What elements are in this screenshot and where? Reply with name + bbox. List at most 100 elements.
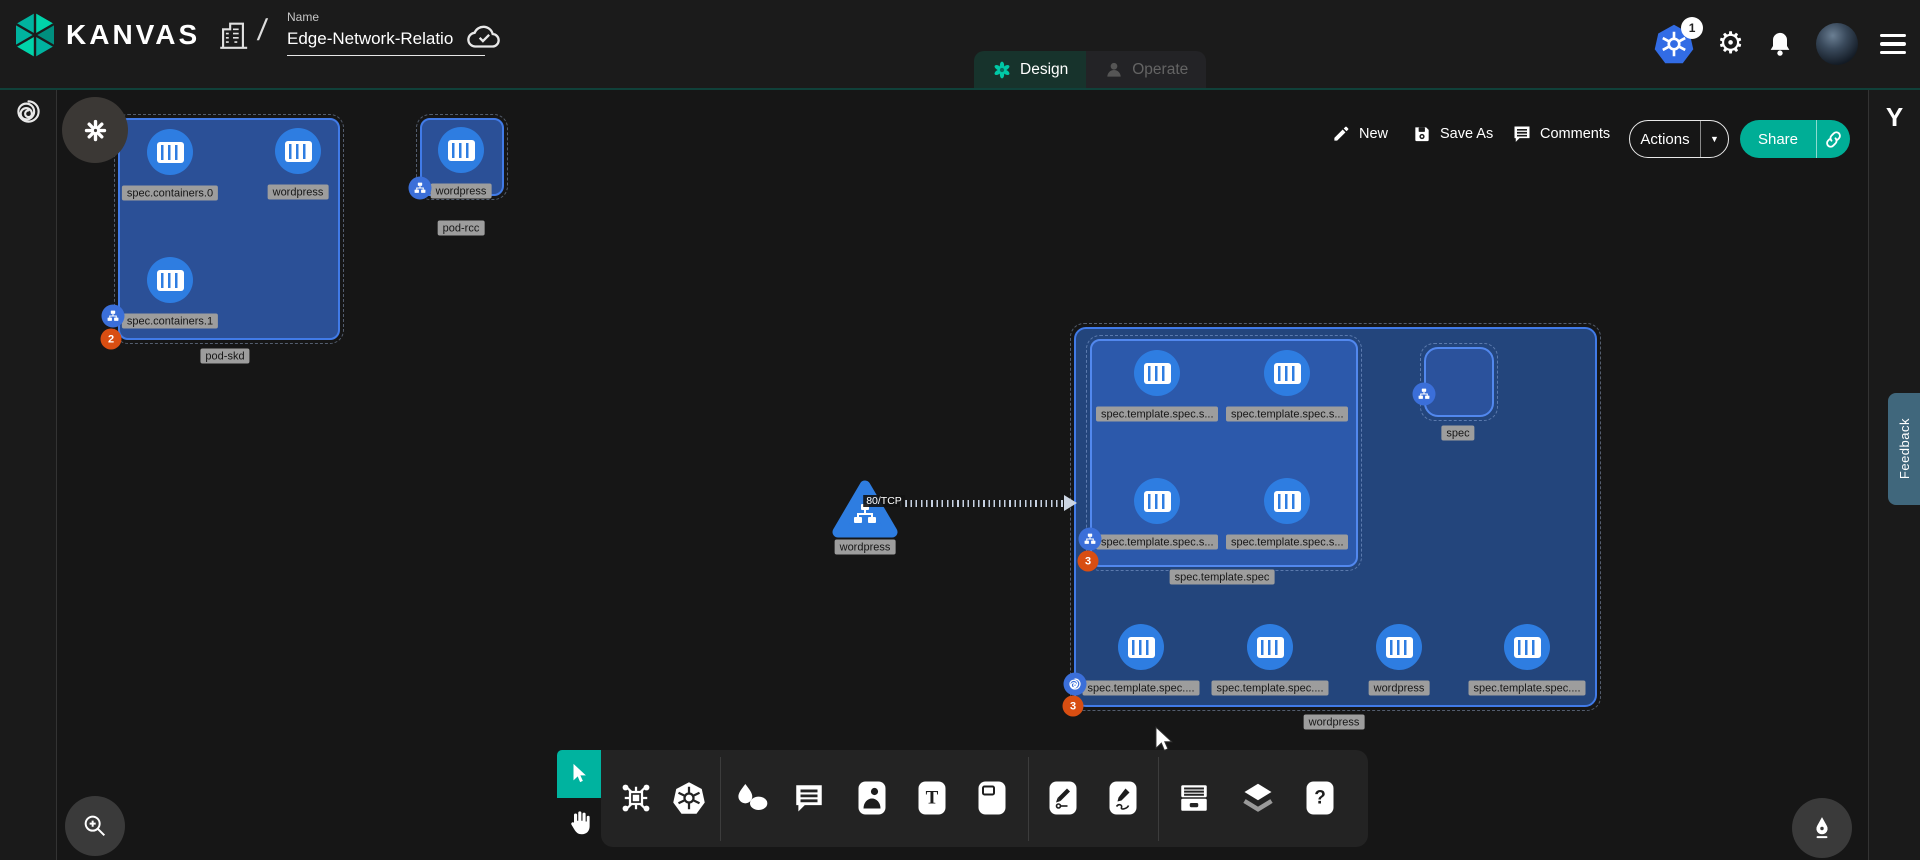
- group-label: pod-skd: [200, 349, 249, 364]
- hand-tool[interactable]: [565, 808, 595, 838]
- tab-operate-label: Operate: [1132, 61, 1188, 79]
- kanvas-logo-icon: [14, 12, 56, 58]
- actions-dropdown-arrow[interactable]: ▼: [1700, 121, 1728, 157]
- container-node[interactable]: [1118, 624, 1164, 670]
- save-icon: [1412, 124, 1432, 144]
- copy-link-button[interactable]: [1816, 120, 1850, 158]
- kubernetes-helm-icon: [671, 780, 707, 816]
- node-label: spec.template.spec....: [1083, 681, 1200, 696]
- actions-button[interactable]: Actions: [1630, 121, 1700, 157]
- container-node[interactable]: [1376, 624, 1422, 670]
- group-label: wordpress: [1304, 715, 1365, 730]
- kubernetes-tool[interactable]: [671, 780, 707, 816]
- save-as-button[interactable]: Save As: [1412, 124, 1493, 144]
- freehand-tool[interactable]: [1110, 782, 1137, 815]
- share-button[interactable]: Share: [1740, 120, 1816, 158]
- container-node[interactable]: [1134, 478, 1180, 524]
- help-tool[interactable]: ?: [1307, 782, 1334, 815]
- comments-button[interactable]: Comments: [1512, 124, 1610, 144]
- container-node[interactable]: [1247, 624, 1293, 670]
- container-node[interactable]: [438, 127, 484, 173]
- new-button[interactable]: New: [1332, 124, 1388, 143]
- edge-style-tool[interactable]: [1050, 782, 1077, 815]
- node-label: spec.containers.1: [122, 314, 218, 329]
- layer5-y-logo[interactable]: Y: [1886, 102, 1903, 133]
- help-icon: ?: [1307, 782, 1334, 815]
- menu-hamburger-icon[interactable]: [1880, 34, 1906, 55]
- node-label: spec.template.spec....: [1212, 681, 1329, 696]
- count-badge[interactable]: 2: [101, 329, 122, 350]
- container-icon: [1274, 363, 1301, 384]
- container-node[interactable]: [1264, 478, 1310, 524]
- mouse-cursor: [1150, 726, 1176, 754]
- tab-operate[interactable]: Operate: [1086, 51, 1206, 88]
- tab-design[interactable]: Design: [974, 51, 1086, 88]
- settings-gear-icon[interactable]: ⚙: [1717, 29, 1744, 59]
- container-icon: [1144, 363, 1171, 384]
- asterisk-icon: [82, 117, 109, 144]
- ink-pen-button[interactable]: [1792, 798, 1852, 858]
- network-badge[interactable]: [1079, 528, 1102, 551]
- container-node[interactable]: [147, 129, 193, 175]
- logo-text: KANVAS: [66, 19, 200, 51]
- container-node[interactable]: [147, 257, 193, 303]
- component-tool[interactable]: [618, 780, 654, 816]
- mode-tabs: Design Operate: [974, 51, 1206, 88]
- container-node[interactable]: [1264, 350, 1310, 396]
- drawer-icon: [1177, 781, 1211, 815]
- meshery-spiral-icon[interactable]: [15, 98, 42, 125]
- left-sidebar-strip: [0, 90, 57, 860]
- organization-icon[interactable]: [216, 18, 250, 52]
- network-badge[interactable]: [1413, 383, 1436, 406]
- layers-tool[interactable]: [1240, 780, 1276, 816]
- note-tool[interactable]: [979, 782, 1006, 815]
- group-pod-template[interactable]: [1090, 339, 1358, 567]
- container-icon: [1144, 491, 1171, 512]
- operate-person-icon: [1104, 60, 1124, 80]
- container-icon: [1386, 637, 1413, 658]
- media-tool[interactable]: [859, 782, 886, 815]
- container-icon: [157, 270, 184, 291]
- drawer-tool[interactable]: [1177, 781, 1211, 815]
- count-badge[interactable]: 3: [1063, 696, 1084, 717]
- feedback-tab[interactable]: Feedback: [1888, 393, 1920, 505]
- node-label: spec.template.spec.s...: [1226, 407, 1348, 422]
- cursor-tool[interactable]: [557, 750, 601, 798]
- node-label: spec: [1441, 426, 1474, 441]
- network-badge[interactable]: [409, 177, 432, 200]
- notifications-bell-icon[interactable]: [1766, 29, 1794, 59]
- count-badge[interactable]: 3: [1078, 551, 1099, 572]
- user-avatar[interactable]: [1816, 23, 1858, 65]
- header-divider: [0, 88, 1920, 90]
- container-icon: [1514, 637, 1541, 658]
- dock-divider: [1158, 757, 1159, 841]
- cursor-icon: [569, 763, 589, 785]
- comments-label: Comments: [1540, 126, 1610, 142]
- hand-icon: [565, 808, 595, 838]
- design-name-input[interactable]: Edge-Network-Relatio: [287, 29, 485, 56]
- dock-toggle-button[interactable]: [62, 97, 128, 163]
- sitemap-icon: [1084, 533, 1097, 546]
- feedback-label: Feedback: [1897, 418, 1912, 479]
- zoom-button[interactable]: [65, 796, 125, 856]
- container-icon: [285, 141, 312, 162]
- note-icon: [979, 782, 1006, 815]
- design-name-label: Name: [287, 10, 485, 24]
- network-badge[interactable]: [102, 305, 125, 328]
- service-node[interactable]: [830, 478, 900, 540]
- shapes-tool[interactable]: [732, 781, 772, 815]
- comment-icon: [1512, 124, 1532, 144]
- kanvas-logo[interactable]: KANVAS: [14, 12, 200, 58]
- node-label: spec.template.spec.s...: [1096, 407, 1218, 422]
- node-spec[interactable]: [1424, 347, 1494, 417]
- container-node[interactable]: [1134, 350, 1180, 396]
- kubernetes-context[interactable]: 1: [1653, 23, 1695, 65]
- meshery-badge[interactable]: [1064, 673, 1087, 696]
- comment-tool[interactable]: [792, 781, 826, 815]
- container-node[interactable]: [1504, 624, 1550, 670]
- sitemap-icon: [1418, 388, 1431, 401]
- text-tool[interactable]: T: [919, 782, 946, 815]
- container-node[interactable]: [275, 128, 321, 174]
- container-icon: [1257, 637, 1284, 658]
- service-edge[interactable]: [900, 500, 1064, 507]
